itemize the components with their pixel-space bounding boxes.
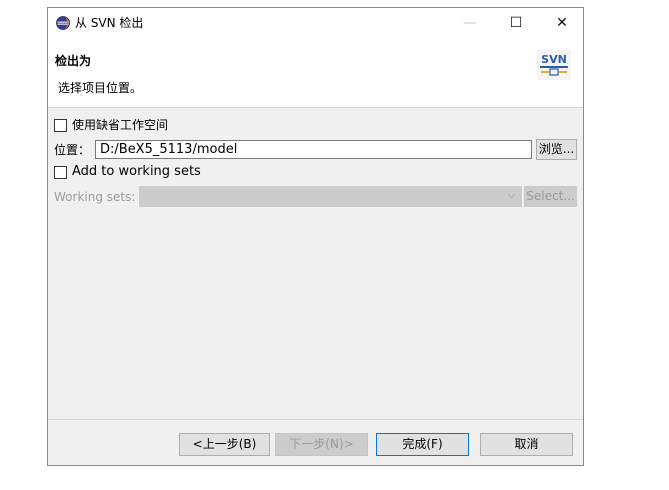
page-description: 选择项目位置。	[58, 81, 143, 95]
location-label: 位置：	[54, 143, 91, 157]
wizard-header: 检出为 选择项目位置。 SVN	[48, 38, 583, 108]
checkout-dialog: 从 SVN 检出 — ☐ ✕ 检出为 选择项目位置。 SVN 使用缺省工作空间 …	[47, 7, 584, 466]
eclipse-icon	[56, 16, 70, 30]
window-title: 从 SVN 检出	[75, 16, 144, 30]
footer-divider	[48, 419, 583, 420]
finish-button[interactable]: 完成(F)	[376, 433, 469, 456]
use-default-workspace-label: 使用缺省工作空间	[72, 118, 169, 132]
browse-button[interactable]: 浏览...	[536, 139, 577, 160]
maximize-button[interactable]: ☐	[493, 8, 539, 38]
close-button[interactable]: ✕	[539, 8, 585, 38]
working-sets-dropdown[interactable]	[139, 186, 522, 207]
working-sets-label: Working sets:	[54, 190, 136, 204]
location-input[interactable]: D:/BeX5_5113/model	[95, 140, 532, 159]
chevron-down-icon	[507, 193, 516, 199]
svn-logo-text: SVN	[541, 53, 567, 66]
cancel-button[interactable]: 取消	[480, 433, 573, 456]
add-to-working-sets-checkbox[interactable]	[54, 166, 67, 179]
use-default-workspace-checkbox[interactable]	[54, 119, 67, 132]
back-button[interactable]: <上一步(B)	[179, 433, 270, 456]
page-title: 检出为	[55, 54, 92, 68]
svn-logo-icon: SVN	[537, 50, 571, 80]
title-bar[interactable]: 从 SVN 检出 — ☐ ✕	[48, 8, 583, 38]
working-sets-select-button[interactable]: Select...	[524, 186, 577, 207]
add-to-working-sets-label: Add to working sets	[72, 164, 201, 179]
minimize-button[interactable]: —	[447, 8, 493, 38]
next-button[interactable]: 下一步(N)>	[275, 433, 368, 456]
